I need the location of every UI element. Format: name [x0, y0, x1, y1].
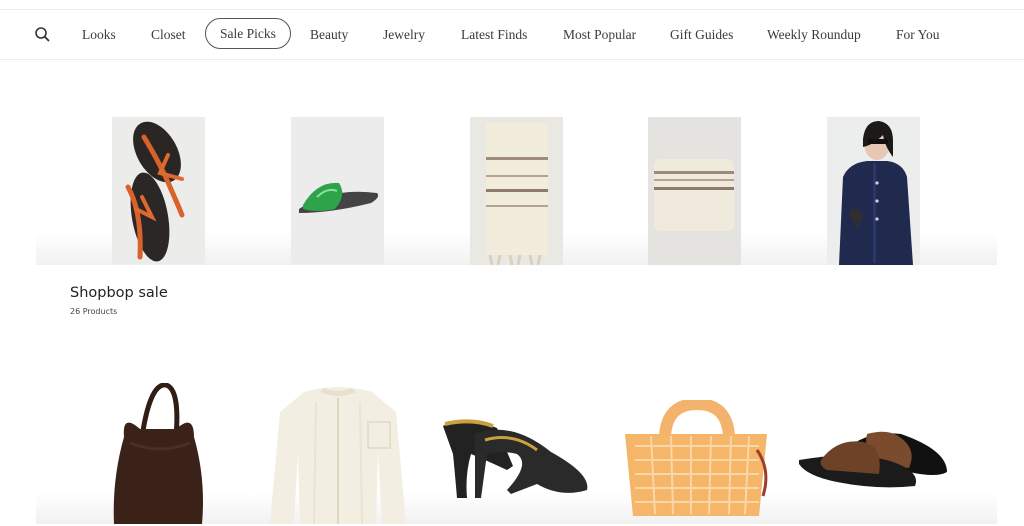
- nav-item-weekly-roundup[interactable]: Weekly Roundup: [767, 23, 861, 49]
- product-striped-blouse[interactable]: [268, 382, 408, 524]
- nav-item-jewelry[interactable]: Jewelry: [383, 23, 425, 49]
- product-jelly-tote[interactable]: [621, 400, 771, 518]
- collection-preview-strip[interactable]: [36, 117, 997, 265]
- category-nav: Looks Closet Sale Picks Beauty Jewelry L…: [0, 10, 1024, 60]
- product-black-mules[interactable]: [441, 414, 591, 500]
- product-thumb-orange-sandals[interactable]: [112, 117, 205, 265]
- nav-item-most-popular[interactable]: Most Popular: [563, 23, 636, 49]
- nav-item-closet[interactable]: Closet: [151, 23, 186, 49]
- search-icon[interactable]: [33, 25, 53, 45]
- product-brown-slides[interactable]: [797, 428, 949, 490]
- nav-item-beauty[interactable]: Beauty: [310, 23, 348, 49]
- nav-item-for-you[interactable]: For You: [896, 23, 940, 49]
- nav-item-looks[interactable]: Looks: [82, 23, 116, 49]
- product-thumb-denim-look[interactable]: [827, 117, 920, 265]
- product-thumb-knit-scarf[interactable]: [470, 117, 563, 265]
- collection-title[interactable]: Shopbop sale: [70, 285, 168, 301]
- nav-item-gift-guides[interactable]: Gift Guides: [670, 23, 733, 49]
- nav-item-latest-finds[interactable]: Latest Finds: [461, 23, 527, 49]
- product-thumb-striped-cushion[interactable]: [648, 117, 741, 265]
- collection-product-count: 26 Products: [70, 307, 118, 316]
- product-thumb-green-slide[interactable]: [291, 117, 384, 265]
- product-hobo-bag[interactable]: [110, 383, 208, 524]
- nav-item-sale-picks[interactable]: Sale Picks: [205, 18, 291, 49]
